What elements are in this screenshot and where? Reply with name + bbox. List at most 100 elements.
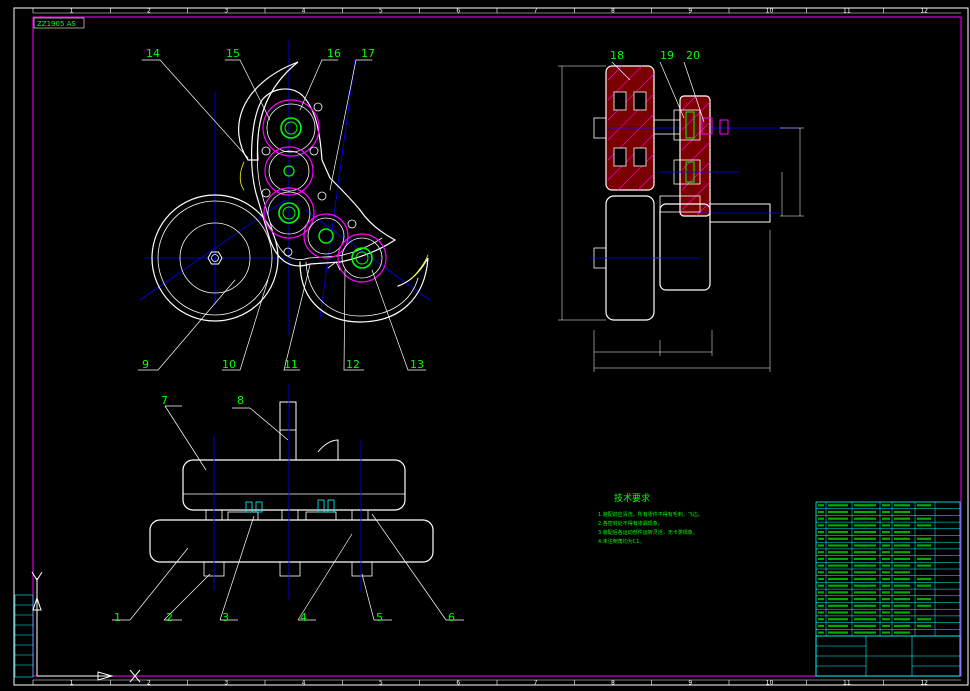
table-cell-text <box>818 584 824 587</box>
ruler-label: 12 <box>920 8 928 15</box>
table-cell-text <box>882 577 890 581</box>
table-cell-text <box>894 584 910 587</box>
table-cell-text <box>818 504 824 507</box>
ruler-label: 1 <box>70 680 74 687</box>
tech-req-title: 技术要求 <box>614 492 650 504</box>
table-cell-text <box>854 604 876 607</box>
tech-req-line-3: 3.装配后各运动部件运转灵活，无卡滞现象。 <box>598 529 698 536</box>
table-cell-text <box>894 557 910 560</box>
table-cell-text <box>818 510 824 514</box>
label-14: 14 <box>146 47 160 60</box>
table-cell-text <box>894 517 910 520</box>
ruler-label: 9 <box>688 8 692 15</box>
table-cell-text <box>882 557 890 560</box>
table-cell-text <box>882 571 890 574</box>
ruler-label: 6 <box>456 680 460 687</box>
table-cell-text <box>854 504 876 507</box>
table-cell-text <box>917 624 931 627</box>
table-cell-text <box>828 624 848 627</box>
table-cell-text <box>854 611 876 614</box>
table-cell-text <box>828 631 848 634</box>
table-cell-text <box>894 510 910 514</box>
table-cell-text <box>854 544 876 547</box>
table-cell-text <box>828 564 848 567</box>
table-cell-text <box>818 624 824 627</box>
table-cell-text <box>854 577 876 581</box>
ruler-label: 12 <box>920 680 928 687</box>
table-cell-text <box>894 524 910 527</box>
tech-req-line-1: 1.装配前应清洗，所有零件不得有毛刺，飞边。 <box>598 511 703 518</box>
table-cell-text <box>882 631 890 634</box>
roller-cavity-1 <box>613 91 627 111</box>
table-cell-text <box>854 564 876 567</box>
drawing-background <box>0 0 970 691</box>
table-cell-text <box>894 537 910 540</box>
table-cell-text <box>894 571 910 574</box>
table-cell-text <box>828 577 848 581</box>
table-cell-text <box>854 631 876 634</box>
table-cell-text <box>828 618 848 621</box>
ruler-label: 10 <box>766 8 774 15</box>
table-cell-text <box>882 537 890 540</box>
label-18: 18 <box>610 49 624 62</box>
table-cell-text <box>894 611 910 614</box>
ruler-label: 6 <box>456 8 460 15</box>
table-cell-text <box>818 544 824 547</box>
label-6: 6 <box>448 611 455 624</box>
ruler-label: 2 <box>147 680 151 687</box>
table-cell-text <box>894 504 910 507</box>
table-cell-text <box>854 551 876 554</box>
table-cell-text <box>818 604 824 607</box>
table-cell-text <box>818 631 824 634</box>
table-cell-text <box>917 604 931 607</box>
label-12: 12 <box>346 358 360 371</box>
table-cell-text <box>818 531 824 534</box>
table-cell-text <box>854 557 876 560</box>
ruler-label: 7 <box>534 680 538 687</box>
table-cell-text <box>818 557 824 560</box>
table-cell-text <box>828 544 848 547</box>
table-cell-text <box>854 524 876 527</box>
corner-tag: ZZ1905 AS <box>37 20 76 28</box>
label-8: 8 <box>237 394 244 407</box>
table-cell-text <box>882 524 890 527</box>
table-cell-text <box>882 564 890 567</box>
table-cell-text <box>818 524 824 527</box>
table-cell-text <box>882 591 890 594</box>
table-cell-text <box>828 604 848 607</box>
label-9: 9 <box>142 358 149 371</box>
ruler-label: 10 <box>766 680 774 687</box>
table-cell-text <box>882 624 890 627</box>
roller-cavity-2 <box>633 91 647 111</box>
table-cell-text <box>828 551 848 554</box>
table-cell-text <box>917 557 931 560</box>
table-cell-text <box>828 504 848 507</box>
table-cell-text <box>818 591 824 594</box>
ruler-label: 2 <box>147 8 151 15</box>
table-cell-text <box>818 517 824 520</box>
label-2: 2 <box>166 611 173 624</box>
table-cell-text <box>882 531 890 534</box>
table-cell-text <box>917 564 931 567</box>
label-20: 20 <box>686 49 700 62</box>
table-cell-text <box>882 584 890 587</box>
table-cell-text <box>917 524 931 527</box>
table-cell-text <box>828 524 848 527</box>
table-cell-text <box>894 618 910 621</box>
table-cell-text <box>854 584 876 587</box>
table-cell-text <box>882 510 890 514</box>
table-cell-text <box>854 618 876 621</box>
table-cell-text <box>818 611 824 614</box>
label-13: 13 <box>410 358 424 371</box>
table-cell-text <box>818 537 824 540</box>
table-cell-text <box>854 571 876 574</box>
table-cell-text <box>882 551 890 554</box>
ruler-label: 1 <box>70 8 74 15</box>
table-cell-text <box>917 544 931 547</box>
table-cell-text <box>894 564 910 567</box>
roller-cavity-3 <box>613 147 627 167</box>
table-cell-text <box>882 544 890 547</box>
table-cell-text <box>828 510 848 514</box>
table-cell-text <box>854 624 876 627</box>
table-cell-text <box>894 604 910 607</box>
